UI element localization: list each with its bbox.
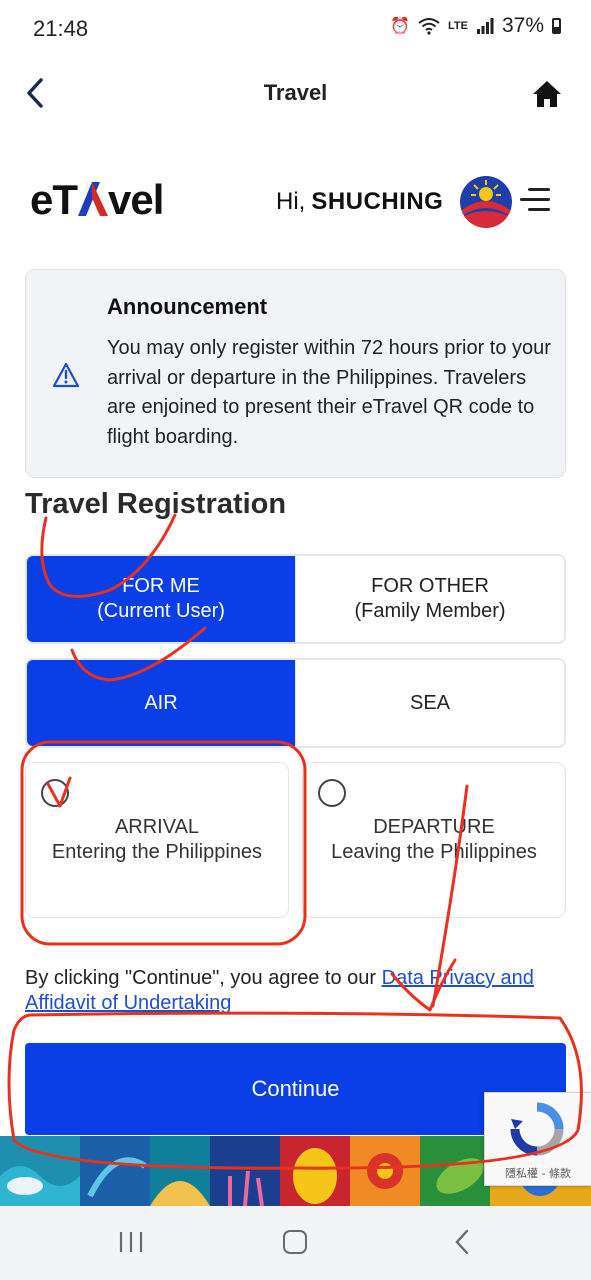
option-sea-label: SEA [409,691,451,714]
greeting-label: Hi, [276,188,306,215]
status-bar: 21:48 ⏰ LTE 37% [0,0,591,56]
option-air[interactable]: AIR [27,660,295,746]
recaptcha-icon [510,1102,564,1156]
option-for-me-label: FOR ME [122,575,200,597]
home-icon[interactable] [531,78,563,110]
home-nav-icon[interactable] [283,1230,307,1254]
announcement-title: Announcement [107,294,268,319]
option-for-other-sublabel: (Family Member) [354,600,506,622]
arrival-label: ARRIVAL Entering the Philippines [26,815,288,865]
option-departure[interactable]: DEPARTURE Leaving the Philippines [302,762,566,918]
signal-icon [476,18,494,34]
option-for-me[interactable]: FOR ME (Current User) [27,556,295,642]
recaptcha-text: 隱私權 - 條款 [505,1167,571,1180]
greeting: Hi, SHUCHING [276,188,443,216]
option-arrival[interactable]: ARRIVAL Entering the Philippines [25,762,289,918]
battery-icon [552,18,561,34]
option-for-other-label: FOR OTHER [371,575,489,597]
arrival-radio[interactable] [41,779,69,807]
username: SHUCHING [311,188,444,215]
brand-row: eT vel Hi, SHUCHING [0,170,591,234]
departure-subtitle: Leaving the Philippines [331,841,537,863]
alarm-icon: ⏰ [390,18,410,35]
hamburger-menu-icon[interactable] [520,188,550,214]
status-time: 21:48 [33,16,89,41]
back-nav-icon[interactable] [452,1228,472,1256]
app-header: Travel [0,62,591,122]
travel-mode-selector: AIR SEA [25,658,566,748]
etravel-logo: eT vel [30,176,164,223]
announcement-card: Announcement You may only register withi… [25,269,566,478]
terms-text: By clicking "Continue", you agree to our… [25,966,565,1016]
terms-prefix: By clicking "Continue", you agree to our [25,967,382,989]
battery-percent: 37% [501,14,544,37]
recaptcha-badge[interactable]: 隱私權 - 條款 [484,1092,591,1186]
page-title: Travel [263,80,328,105]
announcement-body: You may only register within 72 hours pr… [107,337,551,448]
arrival-subtitle: Entering the Philippines [51,841,263,863]
option-for-me-sublabel: (Current User) [97,600,225,622]
option-sea[interactable]: SEA [295,660,564,746]
system-nav-bar [0,1206,591,1280]
departure-radio[interactable] [318,779,346,807]
svg-text:eT: eT [30,176,78,223]
status-icons: ⏰ LTE 37% [390,14,561,38]
wifi-icon [418,18,440,35]
option-air-label: AIR [144,691,178,714]
warning-triangle-icon [52,362,80,388]
option-for-other[interactable]: FOR OTHER (Family Member) [295,556,564,642]
svg-text:vel: vel [108,176,163,223]
departure-label: DEPARTURE Leaving the Philippines [303,815,565,865]
departure-title: DEPARTURE [373,816,495,838]
avatar[interactable] [460,176,512,228]
recent-apps-icon[interactable] [118,1230,144,1254]
traveler-type-selector: FOR ME (Current User) FOR OTHER (Family … [25,554,566,644]
network-type: LTE [448,20,468,32]
arrival-title: ARRIVAL [114,816,200,838]
section-title: Travel Registration [25,488,287,520]
